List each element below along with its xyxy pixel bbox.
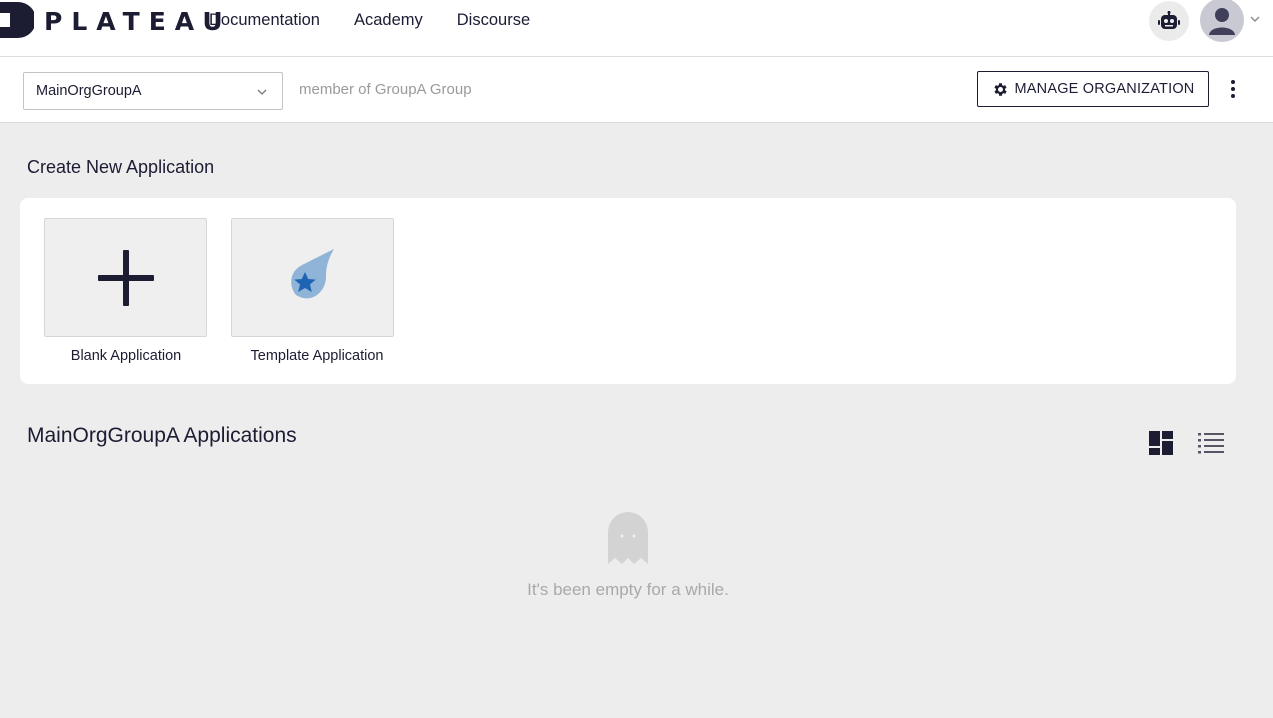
plateau-logo[interactable]: PLATEAU [0,0,223,40]
nav-link-academy[interactable]: Academy [354,11,423,30]
plus-icon [97,249,154,306]
applications-section-title: MainOrgGroupA Applications [27,424,297,447]
blank-application-tile[interactable] [44,218,207,337]
membership-text: member of GroupA Group [299,81,472,98]
template-application-tile[interactable] [231,218,394,337]
nav-link-documentation[interactable]: Documentation [209,11,320,30]
organization-select[interactable]: MainOrgGroupA [23,72,283,110]
gear-icon [993,82,1007,96]
list-view-icon[interactable] [1198,431,1224,455]
chevron-down-icon[interactable] [1250,14,1260,24]
plateau-logo-mark-icon [0,2,34,38]
user-avatar-icon [1209,8,1235,35]
more-options-icon[interactable] [1224,78,1242,100]
template-application-label[interactable]: Template Application [217,348,417,364]
ghost-icon [608,512,648,564]
blank-application-label[interactable]: Blank Application [26,348,226,364]
create-application-panel: Blank Application Template Application [20,198,1236,384]
organization-bar: MainOrgGroupA member of GroupA Group MAN… [0,57,1273,123]
create-section-title: Create New Application [27,157,215,177]
main-nav: Documentation Academy Discourse [209,11,564,30]
assistant-button[interactable] [1149,1,1189,41]
manage-organization-button[interactable]: MANAGE ORGANIZATION [977,71,1209,107]
user-avatar[interactable] [1200,0,1244,42]
chevron-down-icon [257,89,267,95]
nav-link-discourse[interactable]: Discourse [457,11,530,30]
top-navigation: PLATEAU Documentation Academy Discourse [0,0,1273,57]
template-comet-star-icon [290,248,334,298]
manage-organization-label: MANAGE ORGANIZATION [1014,81,1195,97]
grid-view-icon[interactable] [1149,431,1173,455]
empty-state-text: It's been empty for a while. [527,580,729,599]
empty-state: It's been empty for a while. [0,510,1256,600]
robot-icon [1158,11,1180,29]
brand-name: PLATEAU [44,7,232,36]
organization-select-value: MainOrgGroupA [36,83,142,99]
